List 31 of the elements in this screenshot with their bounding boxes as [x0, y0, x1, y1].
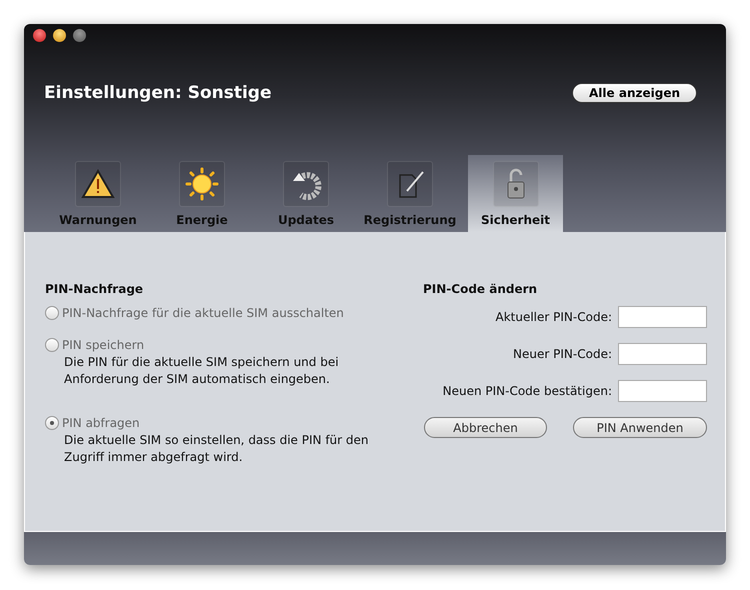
field-label: Neuer PIN-Code: [513, 347, 612, 361]
settings-tab[interactable]: Warnungen [46, 155, 150, 232]
section-heading: PIN-Nachfrage [45, 282, 144, 296]
close-icon[interactable] [33, 29, 46, 42]
pin-input-field[interactable] [618, 380, 707, 402]
warning-icon [81, 169, 115, 199]
settings-tab[interactable]: Energie [150, 155, 254, 232]
field-label: Aktueller PIN-Code: [496, 310, 612, 324]
option-description: Die aktuelle SIM so einstellen, dass die PIN für den Zugriff immer abgefragt wird. [64, 432, 370, 466]
minimize-icon[interactable] [53, 29, 66, 42]
field-label: Neuen PIN-Code bestätigen: [442, 384, 612, 398]
radio-button[interactable] [45, 416, 59, 430]
settings-tab[interactable]: Registrierung [358, 155, 462, 232]
section-heading: PIN-Code ändern [423, 282, 538, 296]
show-all-button[interactable]: Alle anzeigen [572, 83, 697, 103]
radio-label[interactable]: PIN-Nachfrage für die aktuelle SIM ausschalten [62, 306, 344, 320]
window-title: Einstellungen: Sonstige [44, 83, 272, 103]
pin-input-field[interactable] [618, 306, 707, 328]
radio-label[interactable]: PIN speichern [62, 338, 144, 352]
action-button[interactable]: Abbrechen [424, 417, 547, 438]
radio-label[interactable]: PIN abfragen [62, 416, 140, 430]
sun-icon [185, 167, 219, 201]
action-button[interactable]: PIN Anwenden [573, 417, 707, 438]
zoom-icon[interactable] [73, 29, 86, 42]
option-description: Die PIN für die aktuelle SIM speichern und bei Anforderung der SIM automatisch eingeben. [64, 354, 340, 388]
settings-tab[interactable]: Updates [254, 155, 358, 232]
radio-button[interactable] [45, 306, 59, 320]
open-padlock-icon [504, 168, 526, 200]
radio-button[interactable] [45, 338, 59, 352]
settings-tab[interactable]: Sicherheit [468, 155, 563, 232]
pin-input-field[interactable] [618, 343, 707, 365]
